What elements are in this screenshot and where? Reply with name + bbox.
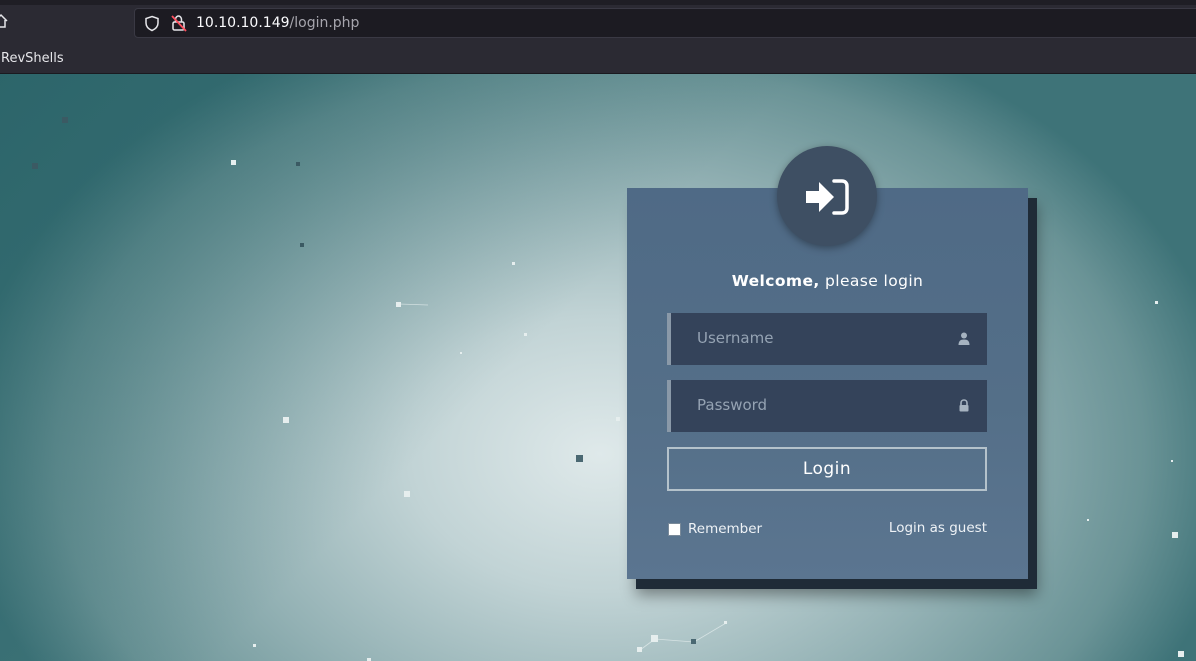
url-host: 10.10.10.149 (196, 15, 290, 31)
url-text[interactable]: 10.10.10.149/login.php (196, 15, 359, 31)
insecure-lock-icon[interactable] (171, 14, 187, 32)
bookmark-revshells[interactable]: RevShells (1, 51, 64, 66)
user-icon (958, 332, 970, 345)
login-page-background: Welcome, please login Login Remember Log… (0, 74, 1196, 661)
welcome-rest: please login (819, 272, 924, 290)
username-input[interactable] (671, 313, 961, 363)
tab-strip (0, 0, 1196, 5)
password-field (667, 380, 987, 432)
login-avatar-circle (777, 146, 877, 246)
remember-label: Remember (688, 521, 763, 537)
username-field (667, 313, 987, 365)
shield-icon[interactable] (144, 15, 160, 32)
browser-toolbar: 10.10.10.149/login.php (0, 0, 1196, 44)
url-bar[interactable]: 10.10.10.149/login.php (134, 8, 1196, 38)
bookmarks-bar: RevShells (0, 44, 1196, 74)
welcome-heading: Welcome, please login (627, 272, 1028, 290)
login-button[interactable]: Login (667, 447, 987, 491)
sign-in-icon (806, 179, 849, 215)
lock-icon (959, 399, 969, 412)
login-as-guest-link[interactable]: Login as guest (850, 520, 987, 536)
remember-checkbox[interactable] (668, 522, 681, 536)
welcome-bold: Welcome, (731, 272, 820, 290)
remember-option[interactable]: Remember (667, 520, 762, 538)
home-icon[interactable] (0, 13, 8, 29)
password-input[interactable] (671, 380, 961, 430)
url-path: /login.php (289, 15, 360, 31)
